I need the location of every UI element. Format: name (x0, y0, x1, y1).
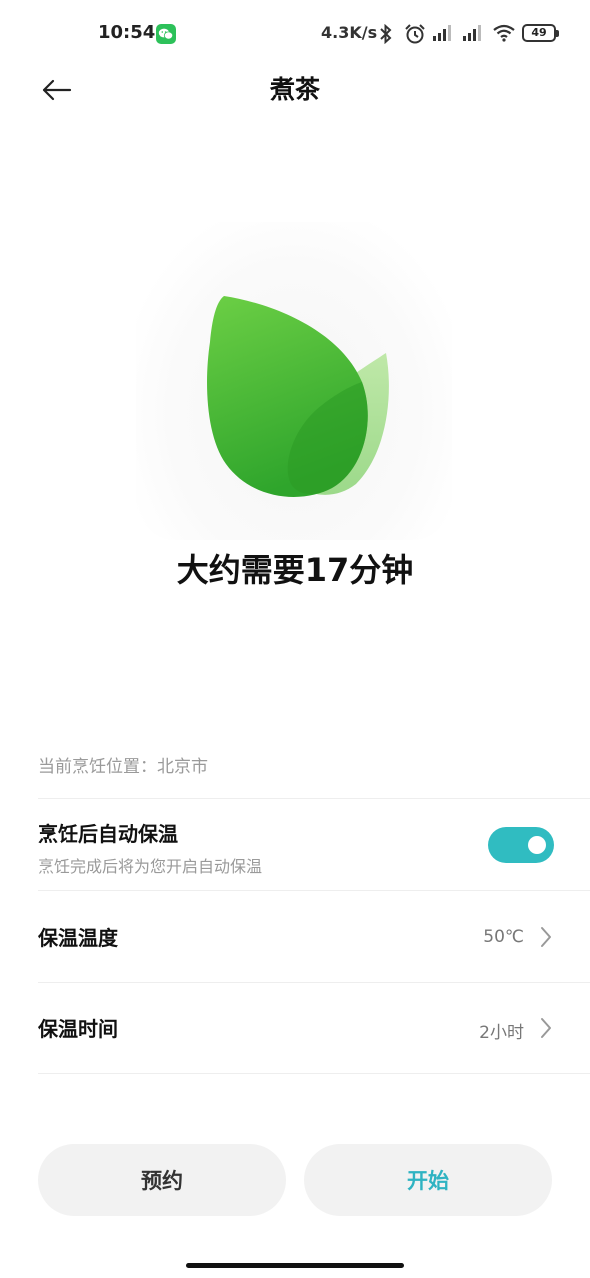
hero-card (136, 222, 452, 540)
bluetooth-icon (378, 23, 394, 48)
chevron-right-icon (541, 1018, 551, 1038)
reserve-button[interactable]: 预约 (38, 1144, 286, 1216)
signal-icon (432, 24, 454, 46)
battery-icon: 49 (522, 24, 559, 42)
divider (38, 890, 590, 891)
home-indicator[interactable] (186, 1263, 404, 1268)
leaf-icon (207, 296, 389, 497)
divider (38, 1073, 590, 1074)
auto-keep-warm-toggle[interactable] (488, 827, 554, 863)
cooking-location: 当前烹饪位置：北京市 (38, 757, 208, 777)
auto-keep-warm-row: 烹饪后自动保温 烹饪完成后将为您开启自动保温 (38, 818, 552, 877)
keep-warm-time-value: 2小时 (479, 1023, 524, 1043)
divider (38, 982, 590, 983)
wifi-icon (492, 24, 516, 46)
alarm-icon (404, 24, 426, 48)
wechat-icon (156, 24, 176, 44)
cook-time-label: 大约需要17分钟 (176, 551, 414, 589)
auto-keep-warm-subtitle: 烹饪完成后将为您开启自动保温 (38, 857, 263, 876)
chevron-right-icon (541, 927, 551, 947)
keep-warm-time-row[interactable]: 保温时间 (38, 1013, 552, 1053)
status-time: 10:54 (98, 22, 156, 43)
page-title: 煮茶 (269, 75, 320, 104)
start-button[interactable]: 开始 (304, 1144, 552, 1216)
divider (38, 798, 590, 799)
status-bar: 10:54 4.3K/s 49 (0, 0, 590, 68)
keep-warm-temp-title: 保温温度 (38, 926, 118, 950)
toggle-knob (528, 836, 546, 854)
signal-icon (462, 24, 484, 46)
keep-warm-time-title: 保温时间 (38, 1017, 118, 1041)
auto-keep-warm-title: 烹饪后自动保温 (38, 822, 178, 846)
keep-warm-temp-value: 50℃ (483, 927, 524, 947)
network-speed: 4.3K/s (321, 23, 378, 42)
app-screen: 10:54 4.3K/s 49 煮茶 大约需要17分钟 当前烹饪位置：北京市 烹… (0, 0, 590, 1278)
keep-warm-temp-row[interactable]: 保温温度 (38, 922, 552, 962)
